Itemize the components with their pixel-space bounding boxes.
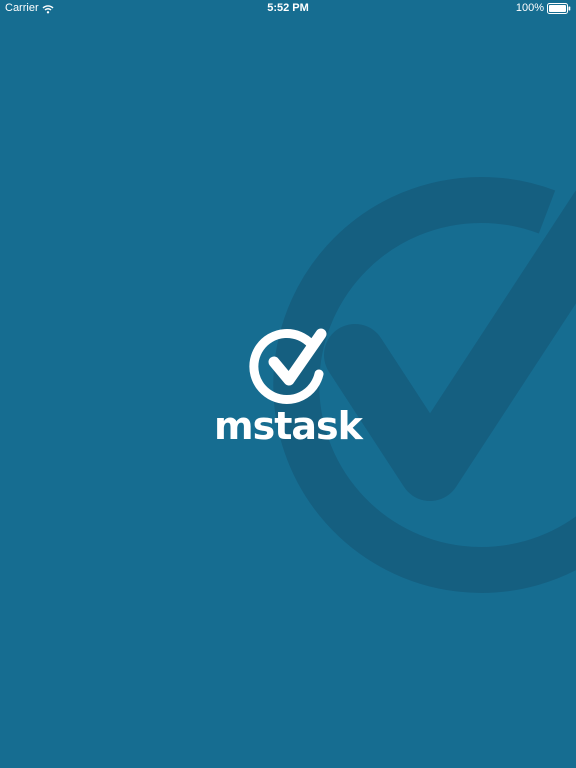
battery-percent-label: 100% [515,2,544,14]
status-right: 100% [516,2,571,15]
status-bar: Carrier 5:52 PM 100% [0,0,576,18]
status-time: 5:52 PM [267,2,309,14]
app-logo: mstask [188,318,388,450]
battery-icon [547,3,571,14]
brand-wordmark: mstask [214,404,363,448]
checkmark-circle-icon [249,328,327,404]
